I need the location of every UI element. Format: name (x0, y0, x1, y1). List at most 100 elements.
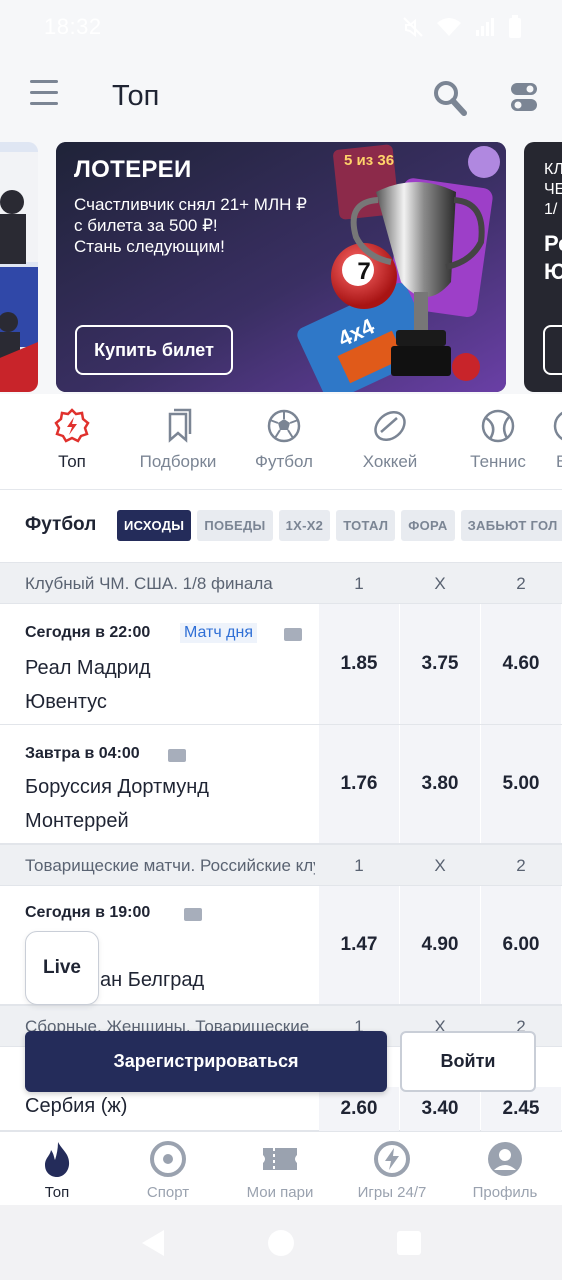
status-icons (402, 15, 522, 39)
system-navigation (0, 1205, 562, 1280)
chip-outcomes[interactable]: ИСХОДЫ (117, 510, 192, 541)
banner-carousel[interactable]: 5 из 36 7 4x4 ЛОТЕРЕИ Счастливчик снял 2… (0, 140, 562, 394)
signal-icon (476, 18, 494, 36)
flame-icon (45, 1142, 70, 1177)
odd-away[interactable]: 6.00 (481, 886, 561, 1004)
nav-sport[interactable]: Спорт (113, 1140, 223, 1201)
odds-col-x: X (434, 574, 446, 593)
banner-title: ЛОТЕРЕИ (74, 156, 192, 183)
hockey-puck-icon (374, 410, 406, 442)
bottom-navigation: Топ Спорт Мои пари Игры 24/7 Профиль (0, 1131, 562, 1205)
odd-draw[interactable]: 3.40 (400, 1087, 480, 1131)
stats-icon[interactable] (184, 908, 202, 921)
sport-categories: Топ Подборки Футбол Хоккей Теннис Б (0, 394, 562, 490)
odd-away[interactable]: 5.00 (481, 725, 561, 843)
category-football[interactable]: Футбол (244, 408, 324, 472)
tennis-ball-icon (481, 409, 515, 443)
category-label: Подборки (139, 452, 217, 471)
team-home: Боруссия Дортмунд (25, 776, 209, 798)
odd-away[interactable]: 2.45 (481, 1087, 561, 1131)
app-bar: Топ (0, 56, 562, 140)
odds-col-2: 2 (516, 574, 526, 593)
chip-wins[interactable]: ПОБЕДЫ (197, 510, 273, 541)
live-button[interactable]: Live (25, 931, 99, 1005)
category-top[interactable]: Топ (42, 408, 102, 472)
chip-double-chance[interactable]: 1Х-Х2 (278, 510, 331, 541)
login-button[interactable]: Войти (400, 1031, 536, 1092)
team-away: ан Белград (100, 969, 205, 991)
chip-handicap[interactable]: ФОРА (401, 510, 455, 541)
nav-label: Профиль (472, 1184, 538, 1201)
league-name: Товарищеские матчи. Российские клубы (25, 856, 315, 875)
menu-icon[interactable] (30, 80, 58, 110)
flame-badge-icon (54, 408, 90, 443)
match-row[interactable]: Завтра в 04:00 Боруссия Дортмунд Монтерр… (0, 725, 562, 844)
nav-label: Игры 24/7 (357, 1184, 427, 1201)
basketball-icon (553, 411, 562, 441)
battery-icon (509, 15, 521, 38)
status-bar: 18:32 (0, 0, 562, 56)
nav-profile[interactable]: Профиль (450, 1140, 560, 1201)
nav-label: Мои пари (246, 1184, 314, 1201)
odds-col-2: 2 (516, 856, 526, 875)
category-collections[interactable]: Подборки (128, 408, 228, 472)
banner-previous-art (0, 142, 38, 392)
page-title: Топ (112, 80, 160, 112)
team-away: Монтеррей (25, 810, 129, 832)
odds-col-1: 1 (354, 856, 364, 875)
odd-home[interactable]: 1.76 (319, 725, 399, 843)
buy-ticket-button[interactable]: Купить билет (75, 325, 233, 375)
odd-home[interactable]: 2.60 (319, 1087, 399, 1131)
match-time: Сегодня в 22:00 (25, 624, 151, 641)
recents-icon[interactable] (397, 1231, 421, 1255)
banner-next-button[interactable] (543, 325, 562, 375)
bookmarks-icon (168, 408, 192, 443)
category-basketball[interactable]: Б (552, 408, 562, 472)
match-row[interactable]: Сегодня в 22:00 Матч дня Реал Мадрид Юве… (0, 604, 562, 725)
category-hockey[interactable]: Хоккей (350, 408, 430, 472)
settings-toggle-icon[interactable] (508, 80, 540, 114)
odd-home[interactable]: 1.47 (319, 886, 399, 1004)
odd-home[interactable]: 1.85 (319, 604, 399, 724)
banner-next-title: Ре Ю (544, 231, 562, 284)
banner-next-text: КЛ ЧЕ 1/ (544, 161, 562, 218)
wifi-icon (437, 18, 461, 36)
category-tennis[interactable]: Теннис (458, 408, 538, 472)
search-icon[interactable] (432, 78, 468, 118)
app-screen: 18:32 Топ 5 из 36 7 4x4 ЛОТЕРЕИ Счастлив… (0, 0, 562, 1280)
register-button[interactable]: Зарегистрироваться (25, 1031, 387, 1092)
profile-icon (488, 1142, 522, 1176)
back-icon[interactable] (140, 1228, 166, 1258)
banner-next[interactable]: КЛ ЧЕ 1/ Ре Ю (524, 142, 562, 392)
odd-draw[interactable]: 4.90 (400, 886, 480, 1004)
nav-label: Топ (44, 1184, 70, 1201)
nav-top[interactable]: Топ (2, 1140, 112, 1201)
market-filters: Футбол ИСХОДЫ ПОБЕДЫ 1Х-Х2 ТОТАЛ ФОРА ЗА… (0, 490, 562, 562)
category-label: Б (552, 452, 562, 472)
stats-icon[interactable] (168, 749, 186, 762)
sport-section-label: Футбол (25, 514, 97, 535)
match-time: Завтра в 04:00 (25, 745, 140, 762)
odds-col-x: X (434, 856, 446, 875)
chip-total[interactable]: ТОТАЛ (336, 510, 396, 541)
market-chips: ИСХОДЫ ПОБЕДЫ 1Х-Х2 ТОТАЛ ФОРА ЗАБЬЮТ ГО… (117, 510, 562, 541)
banner-previous[interactable] (0, 142, 38, 392)
league-name: Клубный ЧМ. США. 1/8 финала (25, 574, 273, 593)
stats-icon[interactable] (284, 628, 302, 641)
banner-subtitle: Счастливчик снял 21+ МЛН ₽ с билета за 5… (74, 195, 307, 256)
status-time: 18:32 (44, 14, 102, 39)
lottery-banner[interactable]: 5 из 36 7 4x4 ЛОТЕРЕИ Счастливчик снял 2… (56, 142, 506, 392)
odd-draw[interactable]: 3.80 (400, 725, 480, 843)
nav-my-bets[interactable]: Мои пари (225, 1140, 335, 1201)
odds-col-1: 1 (354, 574, 364, 593)
odd-away[interactable]: 4.60 (481, 604, 561, 724)
ball-number: 7 (357, 258, 371, 285)
nav-games[interactable]: Игры 24/7 (337, 1140, 447, 1201)
league-header[interactable]: Клубный ЧМ. США. 1/8 финала 1 X 2 (0, 562, 562, 604)
chip-both-score[interactable]: ЗАБЬЮТ ГОЛ (460, 510, 562, 541)
odd-draw[interactable]: 3.75 (400, 604, 480, 724)
nav-label: Спорт (146, 1184, 190, 1201)
league-header[interactable]: Товарищеские матчи. Российские клубы 1 X… (0, 844, 562, 886)
home-icon[interactable] (267, 1229, 295, 1257)
category-label: Топ (58, 452, 86, 471)
